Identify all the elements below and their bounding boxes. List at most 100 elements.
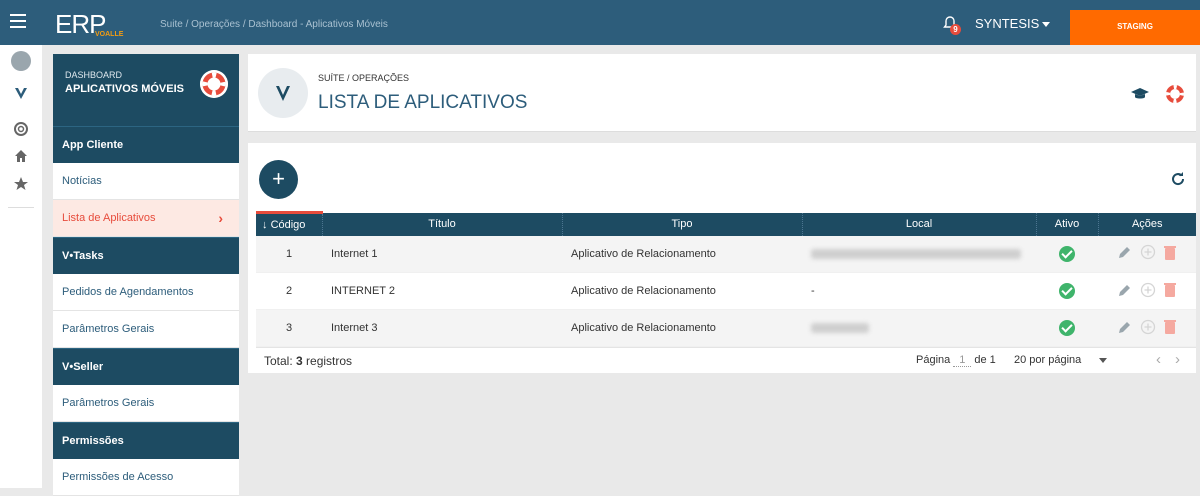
column-header-ativo[interactable]: Ativo bbox=[1036, 212, 1099, 236]
blurred-url bbox=[811, 323, 869, 334]
user-menu[interactable]: SYNTESIS bbox=[975, 16, 1051, 31]
cell-type: Aplicativo de Relacionamento bbox=[571, 247, 716, 260]
cell-local bbox=[802, 310, 1036, 347]
sidebar-section-app-cliente[interactable]: App Cliente bbox=[53, 126, 239, 163]
page-label: Página bbox=[916, 354, 951, 366]
page-logo bbox=[258, 68, 308, 118]
cell-code: 2 bbox=[285, 285, 293, 297]
sidebar-item-lista-de-aplicativos[interactable]: Lista de Aplicativos › bbox=[53, 200, 239, 237]
chevron-down-icon bbox=[1099, 357, 1108, 363]
add-circle-icon[interactable] bbox=[1140, 282, 1156, 301]
column-header-local[interactable]: Local bbox=[802, 212, 1037, 236]
star-icon[interactable] bbox=[13, 176, 29, 192]
column-header-tipo[interactable]: Tipo bbox=[562, 212, 803, 236]
add-button[interactable]: + bbox=[259, 160, 298, 199]
cell-title: Internet 1 bbox=[331, 247, 378, 260]
cell-active bbox=[1036, 273, 1098, 310]
cell-local bbox=[802, 236, 1036, 273]
page-of: de 1 bbox=[974, 354, 996, 366]
home-icon[interactable] bbox=[13, 148, 29, 164]
rail-divider bbox=[8, 207, 34, 208]
breadcrumb: Suite / Operações / Dashboard - Aplicati… bbox=[160, 19, 388, 30]
page-title: LISTA DE APLICATIVOS bbox=[318, 92, 528, 113]
next-page-icon[interactable]: › bbox=[1175, 351, 1194, 368]
table-row[interactable]: 2 INTERNET 2 Aplicativo de Relacionament… bbox=[256, 273, 1196, 310]
logo-subtext: VOALLE bbox=[95, 31, 124, 38]
pagination-info: Página 1 de 1 bbox=[916, 354, 996, 367]
edit-icon[interactable] bbox=[1118, 283, 1132, 300]
voalle-logo-icon bbox=[276, 86, 290, 101]
total-count: 3 bbox=[296, 354, 303, 368]
total-prefix: Total: bbox=[264, 354, 297, 368]
sidebar: DASHBOARD APLICATIVOS MÓVEIS App Cliente… bbox=[53, 54, 239, 496]
cell-actions bbox=[1098, 236, 1196, 273]
environment-badge: STAGING bbox=[1070, 10, 1200, 45]
top-bar: ERP VOALLE Suite / Operações / Dashboard… bbox=[0, 0, 1200, 45]
edit-icon[interactable] bbox=[1118, 245, 1132, 262]
edit-icon[interactable] bbox=[1118, 320, 1132, 337]
cell-code: 1 bbox=[285, 247, 293, 260]
sidebar-section-v-seller[interactable]: V•Seller bbox=[53, 348, 239, 385]
graduation-cap-icon[interactable] bbox=[1131, 87, 1149, 101]
sidebar-section-permissoes[interactable]: Permissões bbox=[53, 422, 239, 459]
sidebar-header: DASHBOARD APLICATIVOS MÓVEIS bbox=[53, 54, 239, 126]
cell-type: Aplicativo de Relacionamento bbox=[571, 285, 716, 297]
cell-actions bbox=[1098, 310, 1196, 347]
check-circle-icon bbox=[1059, 283, 1075, 299]
blurred-url bbox=[811, 248, 1021, 259]
total-suffix: registros bbox=[302, 354, 353, 368]
cell-actions bbox=[1098, 273, 1196, 310]
cell-type: Aplicativo de Relacionamento bbox=[571, 322, 716, 334]
voalle-logo-icon[interactable] bbox=[13, 85, 29, 101]
chevron-right-icon: › bbox=[218, 210, 223, 226]
table-footer: Total: 3 registros Página 1 de 1 20 por … bbox=[256, 347, 1196, 373]
icon-rail bbox=[0, 45, 42, 488]
avatar[interactable] bbox=[11, 51, 31, 71]
column-label: Código bbox=[270, 218, 306, 231]
trash-icon[interactable] bbox=[1164, 245, 1176, 263]
lifering-icon[interactable] bbox=[13, 121, 29, 137]
add-circle-icon[interactable] bbox=[1140, 319, 1156, 338]
erp-logo[interactable]: ERP VOALLE bbox=[55, 9, 123, 40]
sidebar-item-pedidos-de-agendamentos[interactable]: Pedidos de Agendamentos bbox=[53, 274, 239, 311]
per-page-select[interactable]: 20 por página bbox=[1014, 354, 1108, 366]
sidebar-item-permissoes-de-acesso[interactable]: Permissões de Acesso bbox=[53, 459, 239, 496]
sidebar-section-v-tasks[interactable]: V•Tasks bbox=[53, 237, 239, 274]
cell-local: - bbox=[811, 285, 815, 297]
lifering-icon[interactable] bbox=[1165, 84, 1185, 104]
apps-table: ↓ Código Título Tipo Local Ativo Ações 1… bbox=[256, 211, 1196, 347]
sidebar-item-noticias[interactable]: Notícias bbox=[53, 163, 239, 200]
column-header-acoes: Ações bbox=[1131, 218, 1163, 230]
table-row[interactable]: 3 Internet 3 Aplicativo de Relacionament… bbox=[256, 309, 1196, 347]
cell-active bbox=[1036, 310, 1098, 347]
menu-icon[interactable] bbox=[10, 14, 26, 28]
column-header-titulo[interactable]: Título bbox=[322, 212, 563, 236]
per-page-value: 20 por página bbox=[1014, 354, 1082, 366]
user-name: SYNTESIS bbox=[975, 16, 1040, 31]
pagination-nav: ‹› bbox=[1156, 351, 1194, 368]
notification-badge: 9 bbox=[950, 24, 961, 35]
trash-icon[interactable] bbox=[1164, 282, 1176, 300]
check-circle-icon bbox=[1059, 320, 1075, 336]
sidebar-item-label: Lista de Aplicativos bbox=[62, 212, 156, 224]
table-row[interactable]: 1 Internet 1 Aplicativo de Relacionament… bbox=[256, 235, 1196, 273]
page-number-input[interactable]: 1 bbox=[953, 354, 972, 367]
arrow-down-icon: ↓ bbox=[262, 218, 268, 231]
trash-icon[interactable] bbox=[1164, 319, 1176, 337]
cell-title: INTERNET 2 bbox=[331, 285, 395, 297]
cell-code: 3 bbox=[285, 322, 293, 334]
chevron-down-icon bbox=[1042, 22, 1051, 28]
list-card: + ↓ Código Título Tipo Local Ativo Ações… bbox=[248, 143, 1196, 373]
lifering-icon[interactable] bbox=[200, 70, 228, 98]
column-header-codigo[interactable]: ↓ Código bbox=[256, 211, 323, 236]
refresh-icon[interactable] bbox=[1170, 171, 1186, 187]
add-circle-icon[interactable] bbox=[1140, 244, 1156, 263]
cell-active bbox=[1036, 236, 1098, 273]
sidebar-item-parametros-gerais[interactable]: Parâmetros Gerais bbox=[53, 311, 239, 348]
check-circle-icon bbox=[1059, 245, 1075, 262]
prev-page-icon[interactable]: ‹ bbox=[1156, 351, 1175, 368]
cell-title: Internet 3 bbox=[331, 322, 378, 334]
total-records: Total: 3 registros bbox=[264, 354, 352, 368]
page-header: SUÍTE / OPERAÇÕES LISTA DE APLICATIVOS bbox=[248, 54, 1196, 132]
sidebar-item-parametros-gerais[interactable]: Parâmetros Gerais bbox=[53, 385, 239, 422]
